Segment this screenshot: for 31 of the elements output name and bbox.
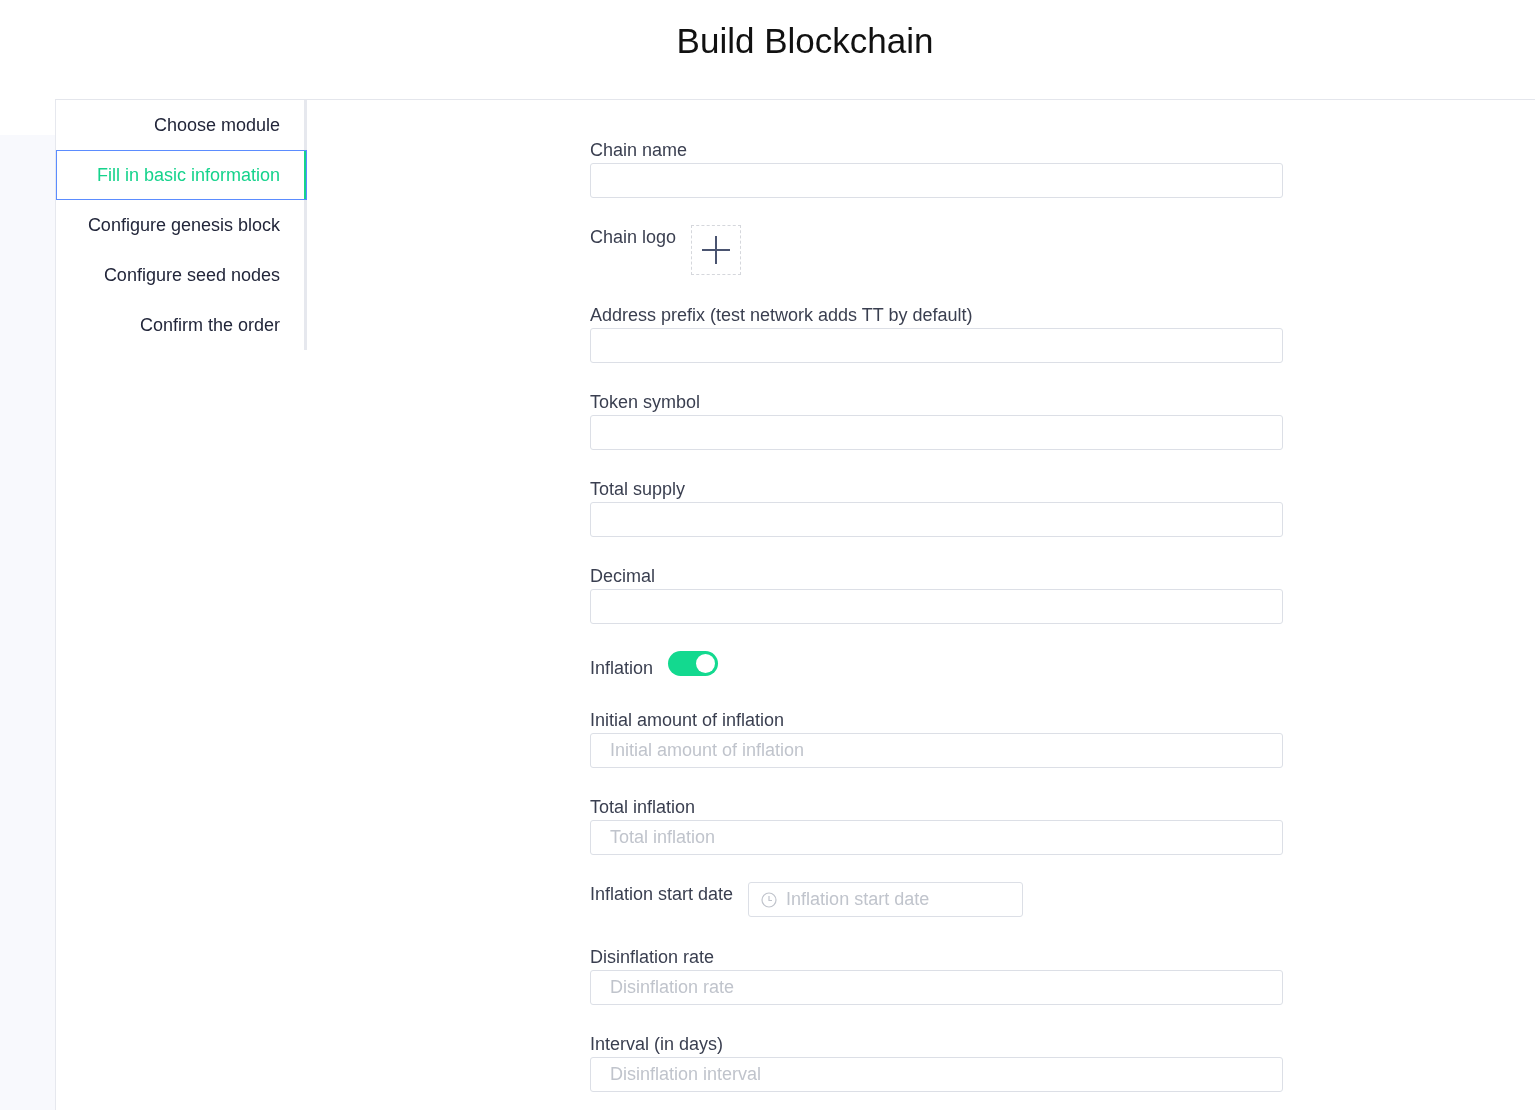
step-nav-item[interactable]: Configure genesis block xyxy=(56,200,307,250)
field-label: Total supply xyxy=(590,478,687,501)
field-label: Interval (in days) xyxy=(590,1033,725,1056)
field-label: Total inflation xyxy=(590,796,697,819)
field-label: Disinflation rate xyxy=(590,946,716,969)
upload-button[interactable] xyxy=(691,225,742,275)
text-field[interactable] xyxy=(590,163,1283,198)
step-nav-item[interactable]: Configure seed nodes xyxy=(56,250,307,300)
field-label: Decimal xyxy=(590,565,656,588)
text-field[interactable] xyxy=(590,502,1283,537)
plus-icon xyxy=(702,236,731,264)
field-label: Initial amount of inflation xyxy=(590,709,786,732)
field-label: Chain logo xyxy=(590,226,677,249)
text-field[interactable]: Initial amount of inflation xyxy=(590,733,1283,768)
toggle-switch[interactable] xyxy=(668,651,719,676)
clock-icon xyxy=(761,892,778,908)
text-field[interactable] xyxy=(590,415,1283,450)
date-field[interactable]: Inflation start date xyxy=(748,882,1024,917)
text-field[interactable]: Total inflation xyxy=(590,820,1283,855)
field-label: Chain name xyxy=(590,139,689,162)
field-label: Inflation xyxy=(590,657,654,680)
field-label: Address prefix (test network adds TT by default) xyxy=(590,304,974,327)
text-field[interactable]: Disinflation interval xyxy=(590,1057,1283,1092)
text-field[interactable] xyxy=(590,589,1283,624)
text-field[interactable]: Disinflation rate xyxy=(590,970,1283,1005)
text-field[interactable] xyxy=(590,328,1283,363)
step-nav-item[interactable]: Choose module xyxy=(56,100,307,150)
page-title: Build Blockchain xyxy=(676,20,934,62)
step-nav-item[interactable]: Confirm the order xyxy=(56,300,307,350)
field-label: Inflation start date xyxy=(590,883,734,906)
field-label: Token symbol xyxy=(590,391,702,414)
